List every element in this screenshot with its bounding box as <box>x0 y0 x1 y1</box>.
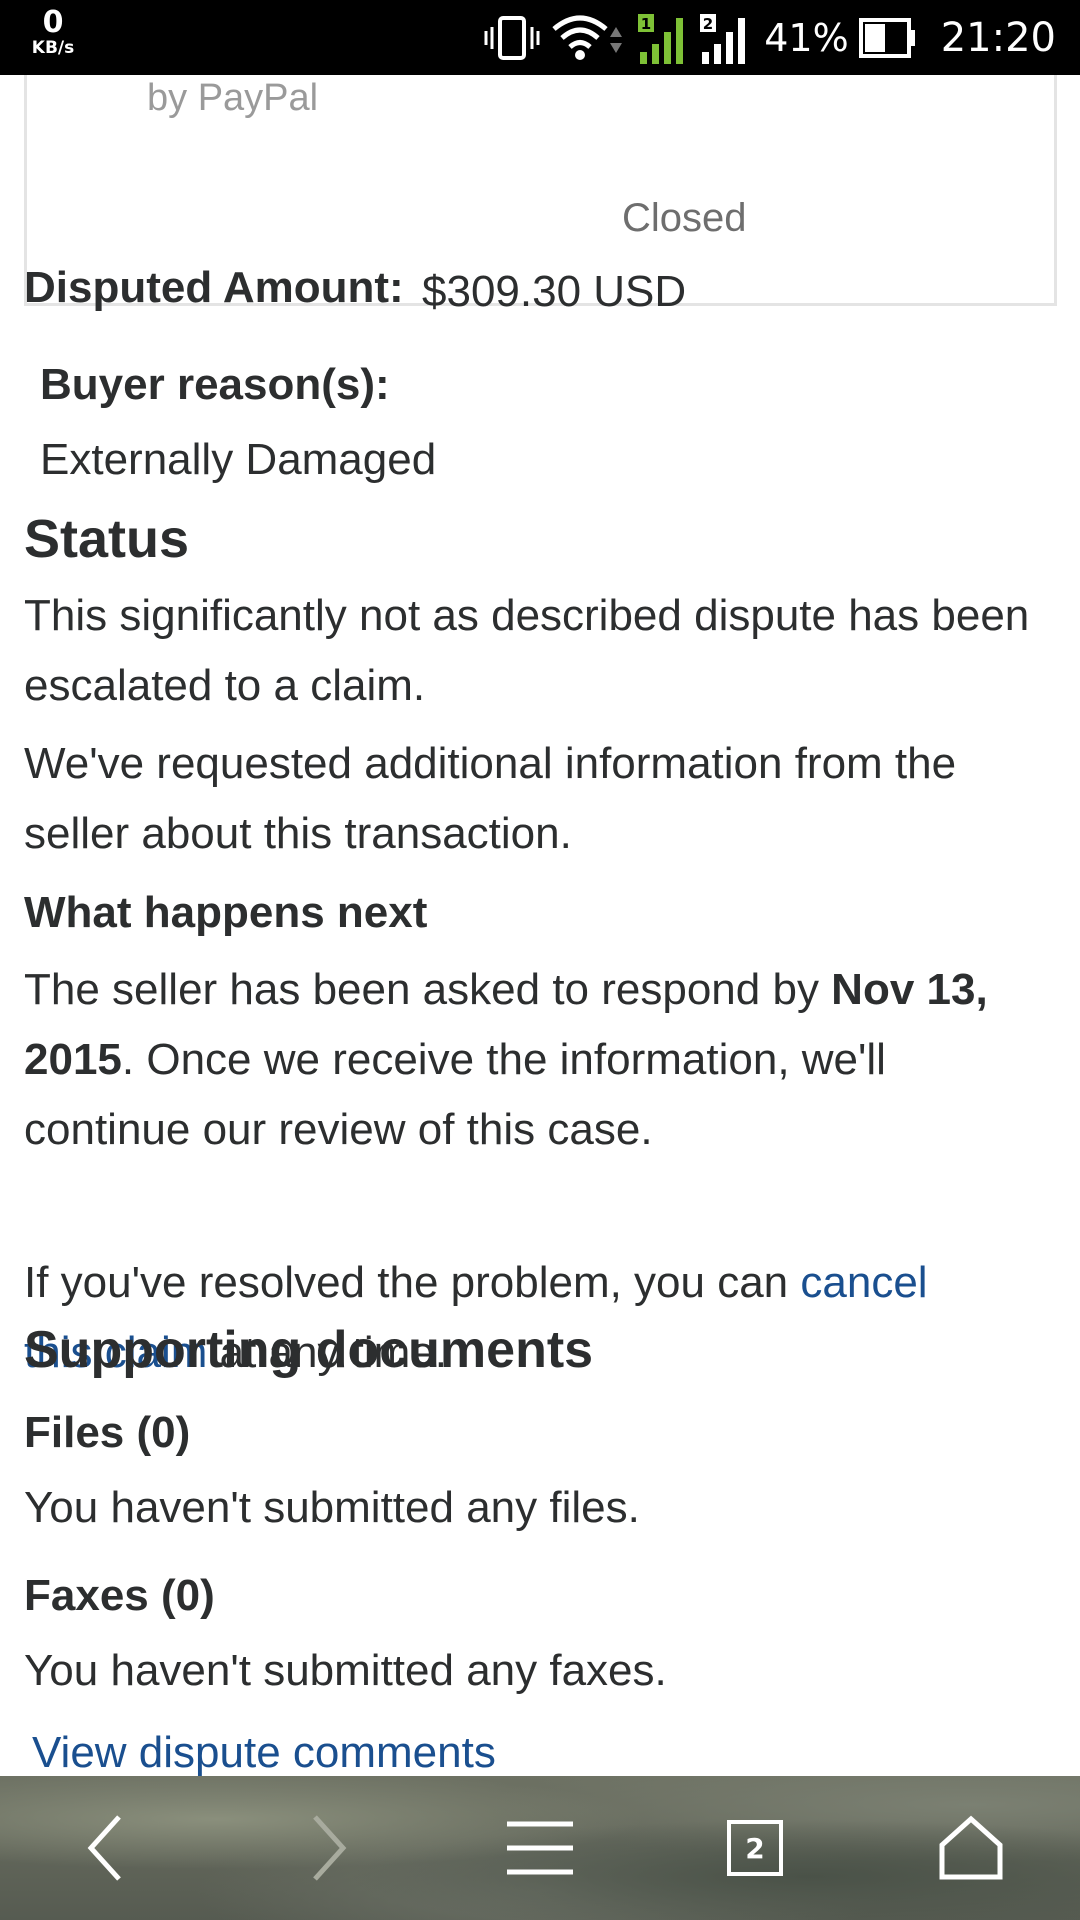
network-speed: 0 KB/s <box>26 8 80 57</box>
disputed-amount-value: $309.30 USD <box>422 267 687 316</box>
response-deadline-b: 2015 <box>24 1035 122 1084</box>
vibrate-icon <box>484 15 540 61</box>
home-button[interactable] <box>926 1806 1016 1890</box>
status-heading: Status <box>24 509 190 569</box>
dispute-details-page: by PayPal Closed Disputed Amount: $309.3… <box>0 75 1080 1776</box>
tabs-button[interactable]: 2 <box>710 1806 800 1890</box>
disputed-amount-label: Disputed Amount: <box>24 263 404 312</box>
seller-response-prefix: The seller has been asked to respond by <box>24 965 832 1014</box>
forward-icon <box>313 1815 347 1881</box>
battery-percent: 41% <box>764 15 849 60</box>
faxes-label: Faxes (0) <box>24 1571 215 1620</box>
network-speed-value: 0 <box>42 5 64 40</box>
status-escalation-text: This significantly not as described disp… <box>24 591 1030 710</box>
clock: 21:20 <box>940 14 1056 61</box>
svg-text:1: 1 <box>641 15 651 33</box>
seller-response-text: The seller has been asked to respond by … <box>24 955 1054 1165</box>
cancel-claim-link[interactable]: cancel <box>800 1258 927 1307</box>
seller-response-end: continue our review of this case. <box>24 1105 653 1154</box>
battery-icon <box>858 17 917 59</box>
svg-text:2: 2 <box>703 15 713 33</box>
view-dispute-comments-link[interactable]: View dispute comments <box>32 1728 496 1776</box>
forward-button[interactable] <box>280 1806 370 1890</box>
network-speed-unit: KB/s <box>31 38 75 58</box>
response-deadline-a: Nov 13, <box>831 965 988 1014</box>
seller-response-middle: . Once we receive the information, we'll <box>121 1035 886 1084</box>
cancel-claim-prefix: If you've resolved the problem, you can <box>24 1258 801 1307</box>
wifi-icon <box>550 13 626 63</box>
what-happens-next-heading: What happens next <box>24 888 428 937</box>
back-icon <box>87 1815 121 1881</box>
faxes-empty-text: You haven't submitted any faxes. <box>24 1646 667 1695</box>
menu-button[interactable] <box>495 1806 585 1890</box>
case-filed-by-text: by PayPal <box>147 77 319 119</box>
home-icon <box>939 1815 1003 1880</box>
signal-sim1-icon: 1 <box>636 10 688 66</box>
back-button[interactable] <box>64 1806 154 1890</box>
status-info-request-text: We've requested additional information f… <box>24 739 957 858</box>
buyer-reason-value: Externally Damaged <box>40 435 437 484</box>
signal-sim2-icon: 2 <box>698 10 750 66</box>
status-bar: 0 KB/s 1 2 41% 21:20 <box>0 0 1080 75</box>
browser-nav-bar: 2 <box>0 1776 1080 1920</box>
files-label: Files (0) <box>24 1408 191 1457</box>
menu-icon <box>507 1821 573 1875</box>
case-status-closed: Closed <box>622 196 747 240</box>
buyer-reasons-label: Buyer reason(s): <box>40 360 390 409</box>
tabs-icon: 2 <box>727 1820 783 1876</box>
supporting-documents-heading: Supporting documents <box>24 1321 594 1379</box>
files-empty-text: You haven't submitted any files. <box>24 1483 640 1532</box>
